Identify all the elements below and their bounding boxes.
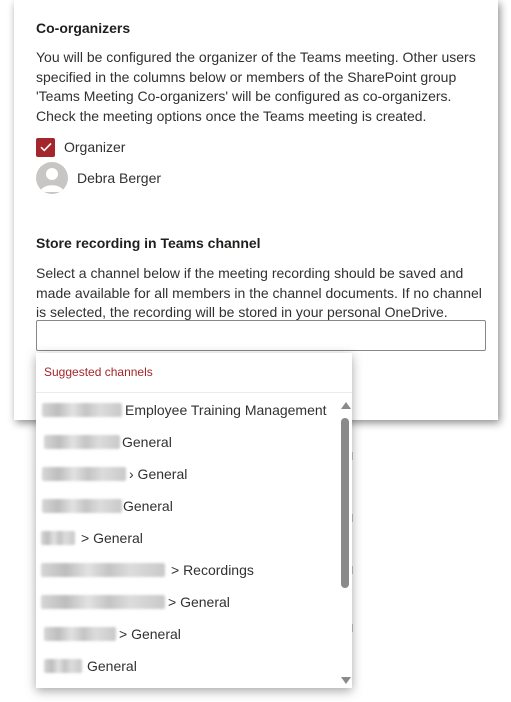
channel-option[interactable]: > General bbox=[36, 618, 338, 650]
dropdown-header: Suggested channels bbox=[44, 365, 153, 379]
redacted-team-name bbox=[44, 435, 120, 449]
redacted-team-name bbox=[42, 403, 122, 417]
channel-input[interactable] bbox=[36, 320, 486, 351]
divider bbox=[36, 392, 352, 393]
channel-option-label: > General bbox=[119, 626, 181, 642]
redacted-team-name bbox=[42, 499, 122, 513]
organizer-checkbox-row[interactable]: Organizer bbox=[36, 136, 125, 158]
redacted-team-name bbox=[41, 563, 165, 577]
dropdown-scrollbar[interactable] bbox=[338, 394, 352, 688]
channel-option-label: > General bbox=[168, 594, 230, 610]
channel-options-list: Employee Training Management General › G… bbox=[36, 394, 338, 682]
channel-option[interactable]: General bbox=[36, 426, 338, 458]
recording-title: Store recording in Teams channel bbox=[36, 235, 261, 251]
recording-description: Select a channel below if the meeting re… bbox=[36, 265, 482, 320]
channel-option[interactable]: > General bbox=[36, 586, 338, 618]
channel-option-label: General bbox=[87, 658, 137, 674]
coorganizers-title: Co-organizers bbox=[36, 20, 131, 36]
redacted-team-name bbox=[44, 659, 82, 673]
channel-option[interactable]: > Recordings bbox=[36, 554, 338, 586]
channel-option[interactable]: › General bbox=[36, 458, 338, 490]
avatar bbox=[36, 162, 68, 194]
channel-suggestions-dropdown: Suggested channels Employee Training Man… bbox=[36, 353, 352, 688]
scroll-thumb[interactable] bbox=[341, 418, 349, 588]
coorganizers-description: You will be configured the organizer of … bbox=[36, 49, 476, 124]
channel-option-label: Employee Training Management bbox=[125, 402, 327, 418]
channel-option-label: > Recordings bbox=[171, 562, 254, 578]
channel-option-label: General bbox=[122, 434, 172, 450]
person-item[interactable]: Debra Berger bbox=[36, 161, 161, 195]
channel-option[interactable]: > General bbox=[36, 522, 338, 554]
scroll-up-arrow-icon[interactable] bbox=[341, 402, 351, 409]
person-icon bbox=[40, 168, 64, 192]
channel-option-label: › General bbox=[129, 466, 188, 482]
checkmark-icon bbox=[39, 142, 52, 152]
organizer-checkbox-label: Organizer bbox=[64, 139, 126, 155]
channel-option-label: General bbox=[123, 498, 173, 514]
redacted-team-name bbox=[41, 531, 75, 545]
redacted-team-name bbox=[42, 467, 126, 481]
person-name: Debra Berger bbox=[77, 170, 162, 186]
organizer-checkbox[interactable] bbox=[36, 137, 55, 157]
redacted-team-name bbox=[44, 627, 116, 641]
channel-option-label: > General bbox=[81, 530, 143, 546]
channel-option[interactable]: General bbox=[36, 650, 338, 682]
channel-option[interactable]: Employee Training Management bbox=[36, 394, 338, 426]
redacted-team-name bbox=[41, 595, 165, 609]
channel-option[interactable]: General bbox=[36, 490, 338, 522]
scroll-down-arrow-icon[interactable] bbox=[341, 677, 351, 684]
